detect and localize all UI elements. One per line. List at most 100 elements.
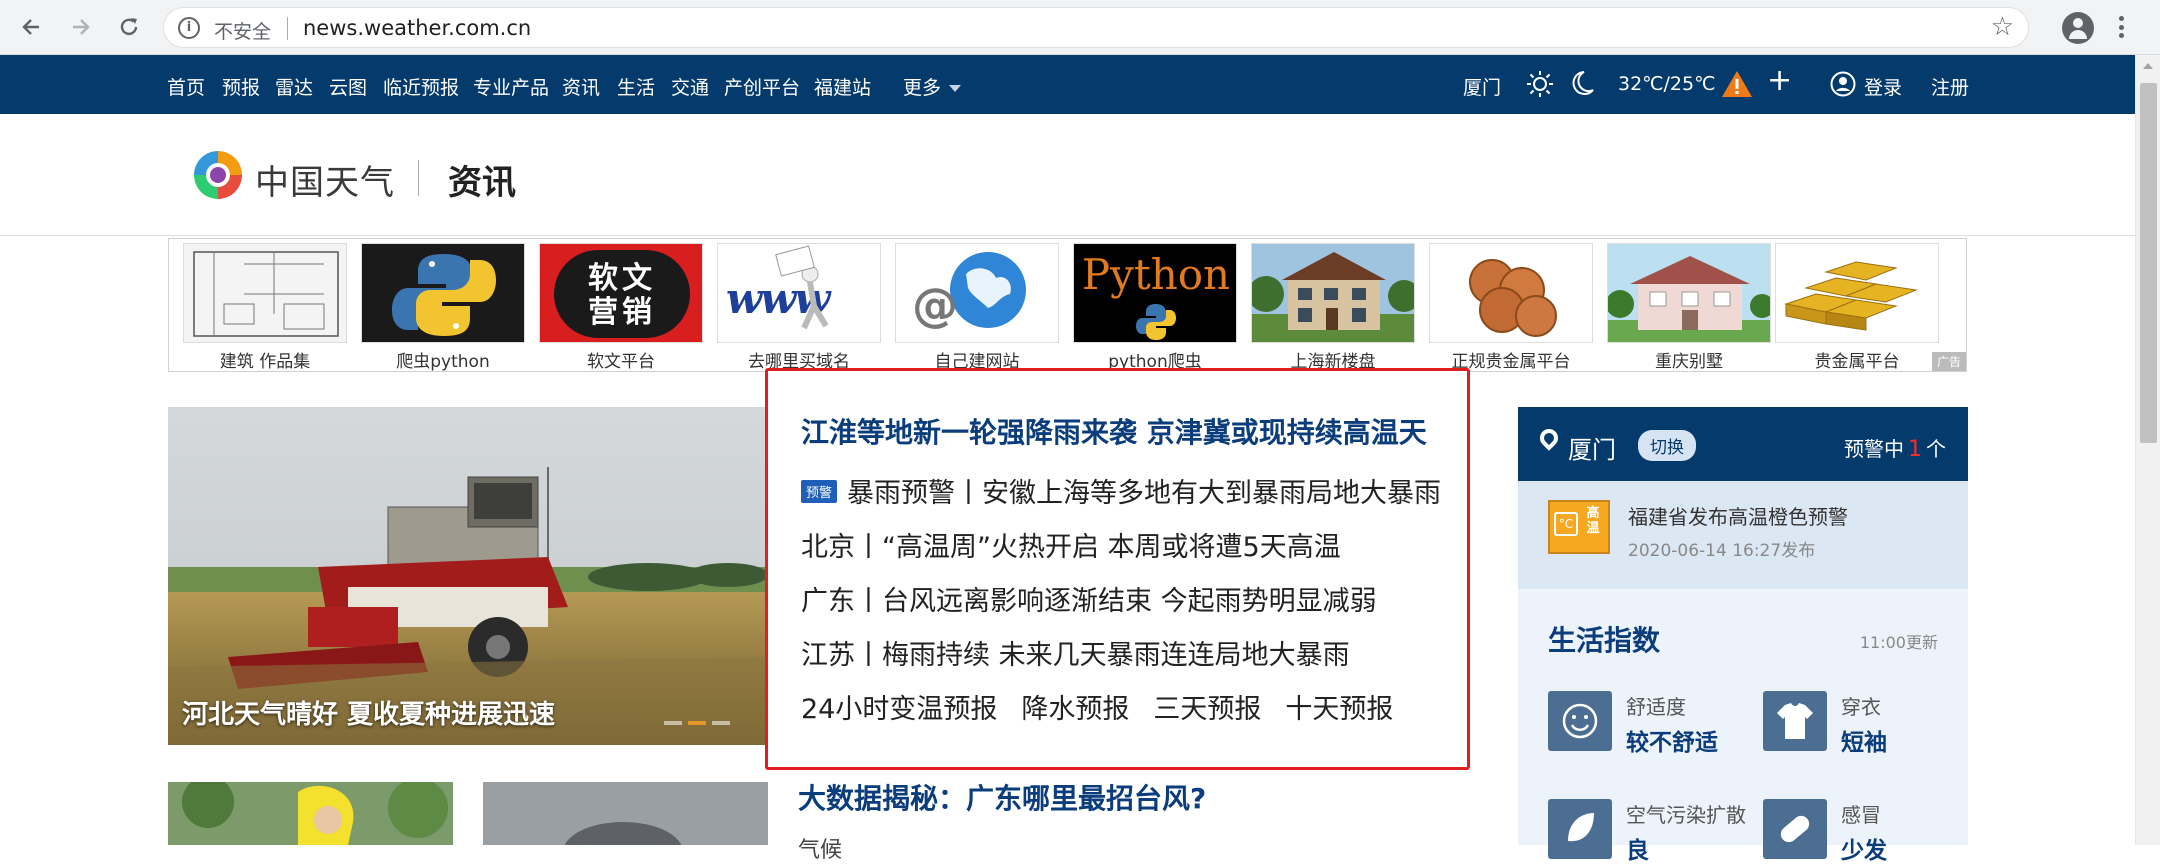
sidebar-alert[interactable]: °C 高温 福建省发布高温橙色预警 2020-06-14 16:27发布: [1518, 481, 1968, 589]
sun-icon: [1525, 69, 1555, 103]
life-index-name: 舒适度: [1626, 695, 1686, 719]
leaf-icon: [1548, 799, 1612, 859]
address-separator: [287, 17, 288, 40]
life-index-name: 感冒: [1841, 803, 1881, 827]
link-3day-forecast[interactable]: 三天预报: [1153, 694, 1261, 725]
headline-text[interactable]: 暴雨预警丨安徽上海等多地有大到暴雨局地大暴雨: [847, 478, 1441, 509]
ad-caption[interactable]: 建筑 作品集: [183, 347, 347, 372]
ad-image-gold-bars[interactable]: [1775, 243, 1939, 343]
nav-city[interactable]: 厦门: [1463, 73, 1501, 100]
pill-icon: [1763, 799, 1827, 859]
ad-image-www[interactable]: www: [717, 243, 881, 343]
register-link[interactable]: 注册: [1931, 73, 1969, 100]
ad-caption[interactable]: 重庆别墅: [1607, 347, 1771, 372]
add-city-icon[interactable]: +: [1767, 66, 1792, 96]
ad-item[interactable]: Python python爬虫: [1073, 243, 1237, 372]
page-scrollbar[interactable]: [2135, 55, 2160, 845]
nav-item-cloud[interactable]: 云图: [329, 73, 367, 100]
ad-item[interactable]: 重庆别墅: [1607, 243, 1771, 372]
back-icon[interactable]: [16, 12, 46, 42]
headline-item[interactable]: 广东丨台风远离影响逐渐结束 今起雨势明显减弱: [801, 579, 1377, 618]
warning-count[interactable]: 预警中 1 个: [1844, 433, 1946, 462]
ad-item[interactable]: 建筑 作品集: [183, 243, 347, 372]
life-index-comfort[interactable]: 舒适度 较不舒适: [1548, 691, 1748, 756]
life-index-clothing[interactable]: 穿衣 短袖: [1763, 691, 1963, 756]
news-thumb-storm[interactable]: [483, 782, 768, 845]
ad-image-coins[interactable]: [1429, 243, 1593, 343]
nav-more[interactable]: 更多: [903, 73, 962, 100]
login-link[interactable]: 登录: [1864, 73, 1902, 100]
link-24h-temp-change[interactable]: 24小时变温预报: [801, 694, 997, 725]
ad-item[interactable]: @ 自己建网站: [895, 243, 1059, 372]
slider-dot-active[interactable]: [688, 721, 706, 725]
address-bar[interactable]: i 不安全 news.weather.com.cn ☆: [163, 7, 2029, 48]
life-index-update-time: 11:00更新: [1859, 633, 1938, 652]
slider-dot[interactable]: [664, 721, 682, 725]
scroll-up-arrow-icon[interactable]: [2143, 63, 2153, 69]
user-icon[interactable]: [1830, 71, 1856, 101]
news-thumb-raincoat[interactable]: [168, 782, 453, 845]
ad-item[interactable]: 正规贵金属平台: [1429, 243, 1593, 372]
ad-badge[interactable]: 广告: [1931, 352, 1966, 371]
ad-item[interactable]: www 去哪里买域名: [717, 243, 881, 372]
life-index-value: 短袖: [1841, 730, 1887, 756]
ad-image-soft-article[interactable]: 软文营销: [539, 243, 703, 343]
ad-image-python[interactable]: Python: [1073, 243, 1237, 343]
life-index-value: 良: [1626, 838, 1649, 864]
section-title[interactable]: 资讯: [448, 155, 516, 204]
nav-item-radar[interactable]: 雷达: [275, 73, 313, 100]
hero-caption[interactable]: 河北天气晴好 夏收夏种进展迅速: [182, 694, 555, 731]
nav-item-platform[interactable]: 产创平台: [724, 73, 800, 100]
ad-item[interactable]: 贵金属平台: [1775, 243, 1939, 372]
python-logo-icon[interactable]: [361, 243, 525, 343]
browser-menu-icon[interactable]: [2116, 12, 2126, 42]
nav-item-nowcast[interactable]: 临近预报: [383, 73, 459, 100]
site-logo-text[interactable]: 中国天气: [255, 155, 395, 204]
alert-text[interactable]: 福建省发布高温橙色预警: [1628, 501, 1848, 530]
ad-item[interactable]: 软文营销 软文平台: [539, 243, 703, 372]
ad-image-villa[interactable]: [1607, 243, 1771, 343]
url-text[interactable]: news.weather.com.cn: [303, 16, 531, 40]
switch-city-button[interactable]: 切换: [1638, 430, 1696, 461]
nav-item-traffic[interactable]: 交通: [671, 73, 709, 100]
ad-caption[interactable]: 爬虫python: [361, 347, 525, 372]
ad-caption[interactable]: 贵金属平台: [1775, 347, 1939, 372]
warning-tag: 预警: [801, 480, 838, 503]
warning-triangle-icon[interactable]: [1720, 69, 1754, 103]
hero-slider[interactable]: 河北天气晴好 夏收夏种进展迅速: [168, 407, 768, 745]
headline-main[interactable]: 江淮等地新一轮强降雨来袭 京津冀或现持续高温天: [801, 411, 1427, 451]
life-index-cold[interactable]: 感冒 少发: [1763, 799, 1963, 864]
alert-time: 2020-06-14 16:27发布: [1628, 541, 1816, 561]
life-index-title[interactable]: 生活指数: [1548, 619, 1660, 659]
ad-item[interactable]: 爬虫python: [361, 243, 525, 372]
nav-item-fujian[interactable]: 福建站: [814, 73, 871, 100]
link-10day-forecast[interactable]: 十天预报: [1285, 694, 1393, 725]
slider-dot[interactable]: [712, 721, 730, 725]
headline-item[interactable]: 预警 暴雨预警丨安徽上海等多地有大到暴雨局地大暴雨: [801, 471, 1441, 510]
nav-item-products[interactable]: 专业产品: [473, 73, 549, 100]
link-precip-forecast[interactable]: 降水预报: [1021, 694, 1129, 725]
teaser-subtitle[interactable]: 气候: [798, 832, 842, 864]
nav-item-home[interactable]: 首页: [167, 73, 205, 100]
reload-icon[interactable]: [114, 12, 144, 42]
scrollbar-thumb[interactable]: [2140, 83, 2157, 443]
ad-image-blueprint[interactable]: [183, 243, 347, 343]
ad-image-globe[interactable]: @: [895, 243, 1059, 343]
ad-image-house[interactable]: [1251, 243, 1415, 343]
bookmark-star-icon[interactable]: ☆: [1991, 12, 2014, 42]
headline-item[interactable]: 江苏丨梅雨持续 未来几天暴雨连连局地大暴雨: [801, 633, 1350, 672]
site-top-nav: 首页 预报 雷达 云图 临近预报 专业产品 资讯 生活 交通 产创平台 福建站 …: [0, 55, 2135, 114]
forward-icon[interactable]: [66, 12, 96, 42]
logo-swirl-icon[interactable]: [188, 145, 248, 209]
headline-item[interactable]: 北京丨“高温周”火热开启 本周或将遭5天高温: [801, 525, 1341, 564]
ad-item[interactable]: 上海新楼盘: [1251, 243, 1415, 372]
nav-item-forecast[interactable]: 预报: [222, 73, 260, 100]
nav-item-news[interactable]: 资讯: [562, 73, 600, 100]
profile-avatar-icon[interactable]: [2062, 12, 2094, 44]
nav-more-label: 更多: [903, 77, 942, 99]
info-icon[interactable]: i: [178, 17, 200, 39]
ad-caption[interactable]: 软文平台: [539, 347, 703, 372]
life-index-air[interactable]: 空气污染扩散 良: [1548, 799, 1748, 864]
nav-item-life[interactable]: 生活: [617, 73, 655, 100]
teaser-title[interactable]: 大数据揭秘：广东哪里最招台风?: [798, 777, 1206, 817]
